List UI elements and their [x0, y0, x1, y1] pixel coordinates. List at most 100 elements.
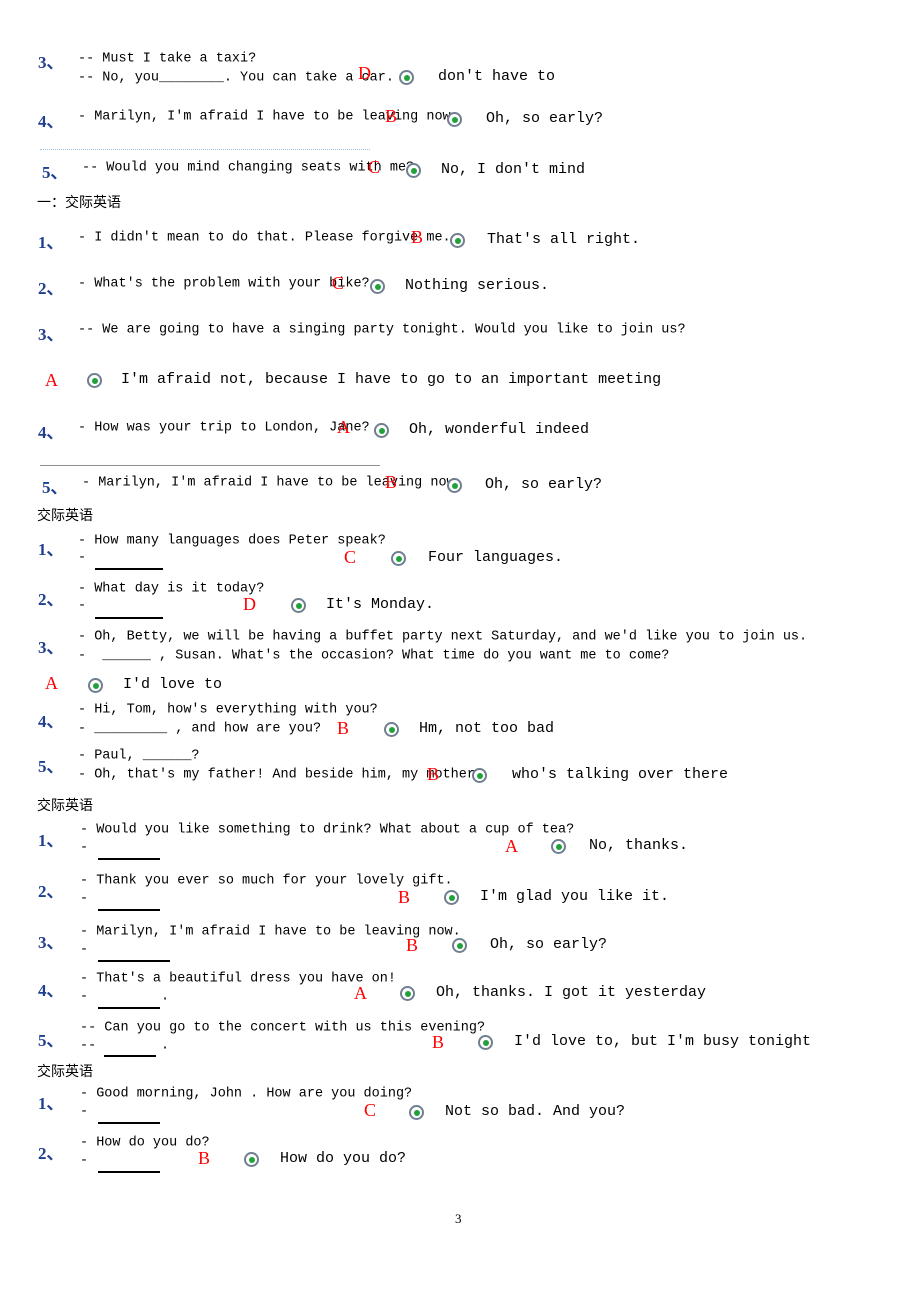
answer-letter: A — [337, 417, 350, 437]
question-line: - Hi, Tom, how's everything with you? — [78, 702, 378, 718]
answer-letter: C — [332, 273, 345, 293]
radio-button-icon[interactable] — [370, 279, 385, 294]
question-number: 1、 — [38, 540, 64, 559]
option-text: Oh, wonderful indeed — [409, 421, 590, 438]
answer-blank — [95, 568, 163, 570]
answer-letter: B — [427, 764, 440, 784]
question-line: - Marilyn, I'm afraid I have to be leavi… — [80, 924, 461, 940]
answer-blank — [98, 909, 160, 911]
question-line: - — [80, 942, 89, 958]
answer-letter: A — [354, 983, 367, 1003]
question-line: - — [80, 840, 89, 856]
option-text: Not so bad. And you? — [445, 1103, 626, 1120]
question-number: 3、 — [38, 638, 64, 657]
answer-blank — [98, 858, 160, 860]
question-line: -- . — [80, 1038, 170, 1054]
question-line: - Thank you ever so much for your lovely… — [80, 873, 453, 889]
radio-button-icon[interactable] — [374, 423, 389, 438]
question-line: - That's a beautiful dress you have on! — [80, 971, 396, 987]
radio-button-icon[interactable] — [88, 678, 103, 693]
question-number: 4、 — [38, 981, 64, 1000]
answer-letter: D — [358, 63, 371, 83]
option-text: Nothing serious. — [405, 277, 550, 294]
option-text: I'd love to — [123, 676, 223, 693]
radio-button-icon[interactable] — [384, 722, 399, 737]
section-heading: 一：交际英语 — [37, 195, 121, 211]
option-text: Hm, not too bad — [419, 720, 555, 737]
answer-letter: B — [398, 887, 411, 907]
answer-blank — [98, 1122, 160, 1124]
question-number: 3、 — [38, 933, 64, 952]
question-number: 5、 — [38, 1031, 64, 1050]
page-number: 3 — [455, 1211, 462, 1226]
question-number: 5、 — [42, 478, 68, 497]
question-line: -- We are going to have a singing party … — [78, 322, 686, 338]
question-line: -- Must I take a taxi? — [78, 51, 257, 67]
question-line: - Marilyn, I'm afraid I have to be leavi… — [78, 109, 459, 125]
radio-button-icon[interactable] — [391, 551, 406, 566]
radio-button-icon[interactable] — [444, 890, 459, 905]
answer-letter: B — [385, 106, 398, 126]
answer-letter: B — [198, 1148, 211, 1168]
question-line: -- Can you go to the concert with us thi… — [80, 1020, 486, 1036]
question-line: -- Would you mind changing seats with me… — [82, 160, 415, 176]
answer-letter: B — [432, 1032, 445, 1052]
section-heading: 交际英语 — [37, 1064, 93, 1080]
answer-letter: B — [406, 935, 419, 955]
option-text: No, thanks. — [589, 837, 689, 854]
option-text: Four languages. — [428, 549, 564, 566]
section-heading: 交际英语 — [37, 508, 93, 524]
radio-button-icon[interactable] — [447, 478, 462, 493]
answer-blank — [98, 1007, 160, 1009]
radio-button-icon[interactable] — [400, 986, 415, 1001]
question-line: - — [80, 891, 89, 907]
answer-blank — [98, 960, 170, 962]
option-text: who's talking over there — [512, 766, 729, 783]
question-line: - Oh, Betty, we will be having a buffet … — [78, 629, 808, 645]
radio-button-icon[interactable] — [406, 163, 421, 178]
question-line: -- No, you________. You can take a car. — [78, 70, 394, 86]
question-number: 1、 — [38, 1094, 64, 1113]
option-text: It's Monday. — [326, 596, 435, 613]
answer-letter: D — [243, 594, 256, 614]
question-line: - What's the problem with your bike? — [78, 276, 370, 292]
question-line: - — [78, 598, 87, 614]
option-text: Oh, thanks. I got it yesterday — [436, 984, 707, 1001]
question-number: 2、 — [38, 1144, 64, 1163]
answer-letter: C — [368, 157, 381, 177]
radio-button-icon[interactable] — [291, 598, 306, 613]
question-line: - Paul, ______? — [78, 748, 200, 764]
question-number: 1、 — [38, 233, 64, 252]
radio-button-icon[interactable] — [409, 1105, 424, 1120]
radio-button-icon[interactable] — [551, 839, 566, 854]
answer-letter: C — [344, 547, 357, 567]
section-heading: 交际英语 — [37, 798, 93, 814]
radio-button-icon[interactable] — [452, 938, 467, 953]
option-text: I'm glad you like it. — [480, 888, 670, 905]
radio-button-icon[interactable] — [447, 112, 462, 127]
question-line: - — [80, 1153, 89, 1169]
answer-letter: B — [385, 472, 398, 492]
radio-button-icon[interactable] — [478, 1035, 493, 1050]
option-text: Oh, so early? — [486, 110, 604, 127]
question-line: - How was your trip to London, Jane? — [78, 420, 370, 436]
radio-button-icon[interactable] — [87, 373, 102, 388]
radio-button-icon[interactable] — [244, 1152, 259, 1167]
radio-button-icon[interactable] — [472, 768, 487, 783]
answer-letter: B — [411, 227, 424, 247]
answer-letter: B — [337, 718, 350, 738]
question-line: - Good morning, John . How are you doing… — [80, 1086, 413, 1102]
question-line: - . — [80, 989, 170, 1005]
answer-letter: A — [45, 370, 58, 390]
question-line: - — [80, 1104, 89, 1120]
option-text: Oh, so early? — [485, 476, 603, 493]
document-page: 3、 -- Must I take a taxi? -- No, you____… — [0, 0, 920, 1302]
question-line: - What day is it today? — [78, 581, 265, 597]
question-line: - _________ , and how are you? — [78, 721, 322, 737]
radio-button-icon[interactable] — [450, 233, 465, 248]
question-line: - ______ , Susan. What's the occasion? W… — [78, 648, 670, 664]
option-text: That's all right. — [487, 231, 641, 248]
radio-button-icon[interactable] — [399, 70, 414, 85]
answer-letter: C — [364, 1100, 377, 1120]
question-line: - How do you do? — [80, 1135, 210, 1151]
